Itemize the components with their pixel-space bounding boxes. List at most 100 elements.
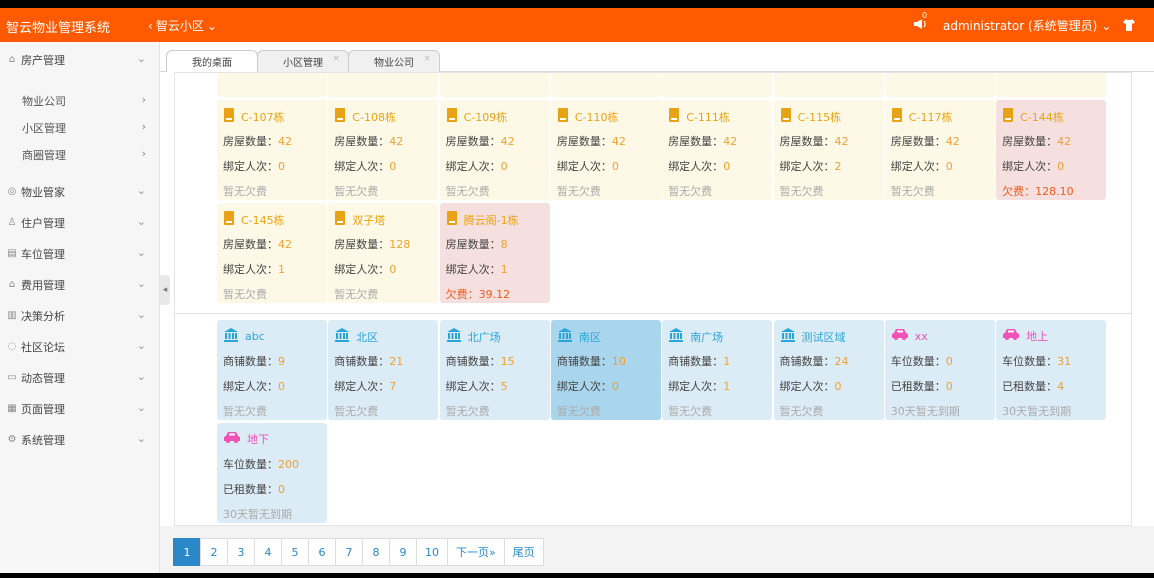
building-icon	[334, 211, 346, 228]
tab-community[interactable]: 小区管理 ×	[257, 50, 349, 72]
user-menu[interactable]: administrator (系统管理员) ⌄	[943, 17, 1111, 34]
building-icon	[668, 108, 680, 125]
shop-card[interactable]: 南广场 商铺数量：1 绑定人次：1 暂无欠费	[662, 320, 773, 420]
building-arrears-status: 暂无欠费	[557, 73, 601, 75]
field-label: 绑定人次：	[890, 160, 946, 173]
building-card-partial[interactable]: 暂无欠费	[328, 73, 439, 97]
sidebar-item-analysis[interactable]: ▥ 决策分析 ⌄	[0, 300, 160, 331]
building-card[interactable]: C-107栋 房屋数量：42 绑定人次：0 暂无欠费	[217, 100, 327, 200]
building-card[interactable]: C-115栋 房屋数量：42 绑定人次：2 暂无欠费	[773, 100, 884, 200]
bind-count-row: 绑定人次：0	[668, 158, 730, 174]
building-card-partial[interactable]: 暂无欠费	[439, 73, 550, 97]
parking-expire-status: 30天暂无到期	[223, 508, 292, 521]
building-card-partial[interactable]: 暂无欠费	[884, 73, 995, 97]
chevron-down-icon: ⌄	[136, 339, 146, 352]
building-card-partial[interactable]: 暂无欠费	[217, 73, 327, 97]
field-label: 绑定人次：	[668, 160, 724, 173]
building-card[interactable]: C-111栋 房屋数量：42 绑定人次：0 暂无欠费	[662, 100, 773, 200]
field-value: 0	[945, 355, 953, 368]
field-label: 绑定人次：	[334, 263, 390, 276]
page-button[interactable]: 8	[362, 538, 390, 566]
close-icon[interactable]: ×	[423, 54, 431, 64]
sidebar-item-forum[interactable]: ◌ 社区论坛 ⌄	[0, 331, 160, 362]
building-card-partial[interactable]: 暂无欠费	[996, 73, 1107, 97]
field-label: 绑定人次：	[556, 380, 612, 393]
parking-name: 地下	[247, 433, 269, 446]
field-value: 0	[723, 160, 731, 173]
parking-card[interactable]: 地上 车位数量：31 已租数量：4 30天暂无到期	[996, 320, 1107, 420]
theme-shirt-icon[interactable]	[1122, 18, 1136, 32]
chart-icon: ▥	[7, 309, 17, 321]
sidebar-item-system[interactable]: ⚙ 系统管理 ⌄	[0, 424, 160, 455]
building-card-partial[interactable]: 暂无欠费	[773, 73, 884, 97]
building-card[interactable]: C-110栋 房屋数量：42 绑定人次：0 暂无欠费	[550, 100, 661, 200]
page-button[interactable]: 6	[308, 538, 336, 566]
shop-title: abc	[223, 328, 265, 345]
sidebar-subitem-business[interactable]: 商圈管理 ›	[0, 141, 160, 168]
sidebar-subitem-company[interactable]: 物业公司 ›	[0, 87, 160, 114]
sidebar-item-label: 决策分析	[21, 309, 65, 323]
sidebar-item-property[interactable]: ⌂ 房产管理 ⌄	[0, 44, 160, 75]
sidebar-item-residents[interactable]: ♙ 住户管理 ⌄	[0, 207, 160, 238]
shop-count-row: 商铺数量：9	[223, 353, 285, 369]
building-card-partial[interactable]: 暂无欠费	[550, 73, 661, 97]
rented-count-row: 已租数量：4	[1002, 378, 1064, 394]
field-value: 42	[278, 238, 292, 251]
building-card[interactable]: 双子塔 房屋数量：128 绑定人次：0 暂无欠费	[328, 203, 439, 303]
building-icon	[780, 108, 792, 125]
parking-card[interactable]: xx 车位数量：0 已租数量：0 30天暂无到期	[884, 320, 995, 420]
building-card[interactable]: C-117栋 房屋数量：42 绑定人次：0 暂无欠费	[884, 100, 995, 200]
building-card[interactable]: C-108栋 房屋数量：42 绑定人次：0 暂无欠费	[328, 100, 439, 200]
tab-desktop[interactable]: 我的桌面	[166, 50, 258, 72]
building-card[interactable]: C-145栋 房屋数量：42 绑定人次：1 暂无欠费	[217, 203, 327, 303]
shop-card[interactable]: 北区 商铺数量：21 绑定人次：7 暂无欠费	[328, 320, 439, 420]
sidebar-collapse-handle[interactable]: ◂	[160, 275, 170, 305]
shop-name: abc	[245, 330, 265, 343]
sidebar-item-pages[interactable]: ▦ 页面管理 ⌄	[0, 393, 160, 424]
field-value: 7	[389, 380, 397, 393]
shop-card[interactable]: abc 商铺数量：9 绑定人次：0 暂无欠费	[217, 320, 327, 420]
building-icon	[446, 108, 458, 125]
user-name: administrator (系统管理员)	[943, 19, 1098, 33]
sidebar-subitem-community[interactable]: 小区管理 ›	[0, 114, 160, 141]
building-arrears-status: 暂无欠费	[780, 73, 824, 75]
page-button[interactable]: 7	[335, 538, 363, 566]
page-button[interactable]: 3	[227, 538, 255, 566]
shop-card[interactable]: 南区 商铺数量：10 绑定人次：0 暂无欠费	[550, 320, 661, 420]
building-card[interactable]: C-144栋 房屋数量：42 绑定人次：0 欠费：128.10	[996, 100, 1107, 200]
sidebar-item-news[interactable]: ▭ 动态管理 ⌄	[0, 362, 160, 393]
building-card[interactable]: 腾云阁-1栋 房屋数量：8 绑定人次：1 欠费：39.12	[439, 203, 550, 303]
parking-card[interactable]: 地下 车位数量：200 已租数量：0 30天暂无到期	[217, 423, 327, 523]
building-icon	[1002, 108, 1014, 125]
field-value: 21	[389, 355, 404, 368]
community-switcher[interactable]: ‹ 智云小区 ⌄	[148, 17, 217, 34]
building-card-partial[interactable]: 暂无欠费	[662, 73, 773, 97]
notification-button[interactable]: 0	[912, 11, 930, 34]
page-button[interactable]: 2	[200, 538, 228, 566]
next-page-button[interactable]: 下一页»	[447, 538, 505, 566]
last-page-button[interactable]: 尾页	[503, 538, 544, 566]
parking-icon: ▤	[7, 247, 17, 259]
page-button[interactable]: 5	[281, 538, 309, 566]
close-icon[interactable]: ×	[332, 54, 340, 64]
page-button[interactable]: 1	[173, 538, 201, 566]
shop-card[interactable]: 测试区域 商铺数量：24 绑定人次：0 暂无欠费	[773, 320, 884, 420]
house-count-row: 房屋数量：42	[780, 133, 849, 149]
chevron-down-icon: ⌄	[136, 184, 146, 197]
sidebar-item-steward[interactable]: ◎ 物业管家 ⌄	[0, 176, 160, 207]
bind-count-row: 绑定人次：2	[780, 158, 842, 174]
car-icon	[891, 328, 909, 344]
bank-icon	[446, 328, 462, 345]
shop-card[interactable]: 北广场 商铺数量：15 绑定人次：5 暂无欠费	[439, 320, 550, 420]
page-button[interactable]: 10	[416, 538, 448, 566]
field-label: 房屋数量：	[890, 135, 946, 148]
sidebar-item-parking[interactable]: ▤ 车位管理 ⌄	[0, 238, 160, 269]
tab-company[interactable]: 物业公司 ×	[348, 50, 440, 72]
field-label: 绑定人次：	[445, 160, 501, 173]
building-card[interactable]: C-109栋 房屋数量：42 绑定人次：0 暂无欠费	[439, 100, 550, 200]
page-button[interactable]: 4	[254, 538, 282, 566]
shop-title: 南区	[557, 328, 601, 345]
sidebar-item-fees[interactable]: ⌂ 费用管理 ⌄	[0, 269, 160, 300]
page-button[interactable]: 9	[389, 538, 417, 566]
field-value: 1	[278, 263, 285, 276]
